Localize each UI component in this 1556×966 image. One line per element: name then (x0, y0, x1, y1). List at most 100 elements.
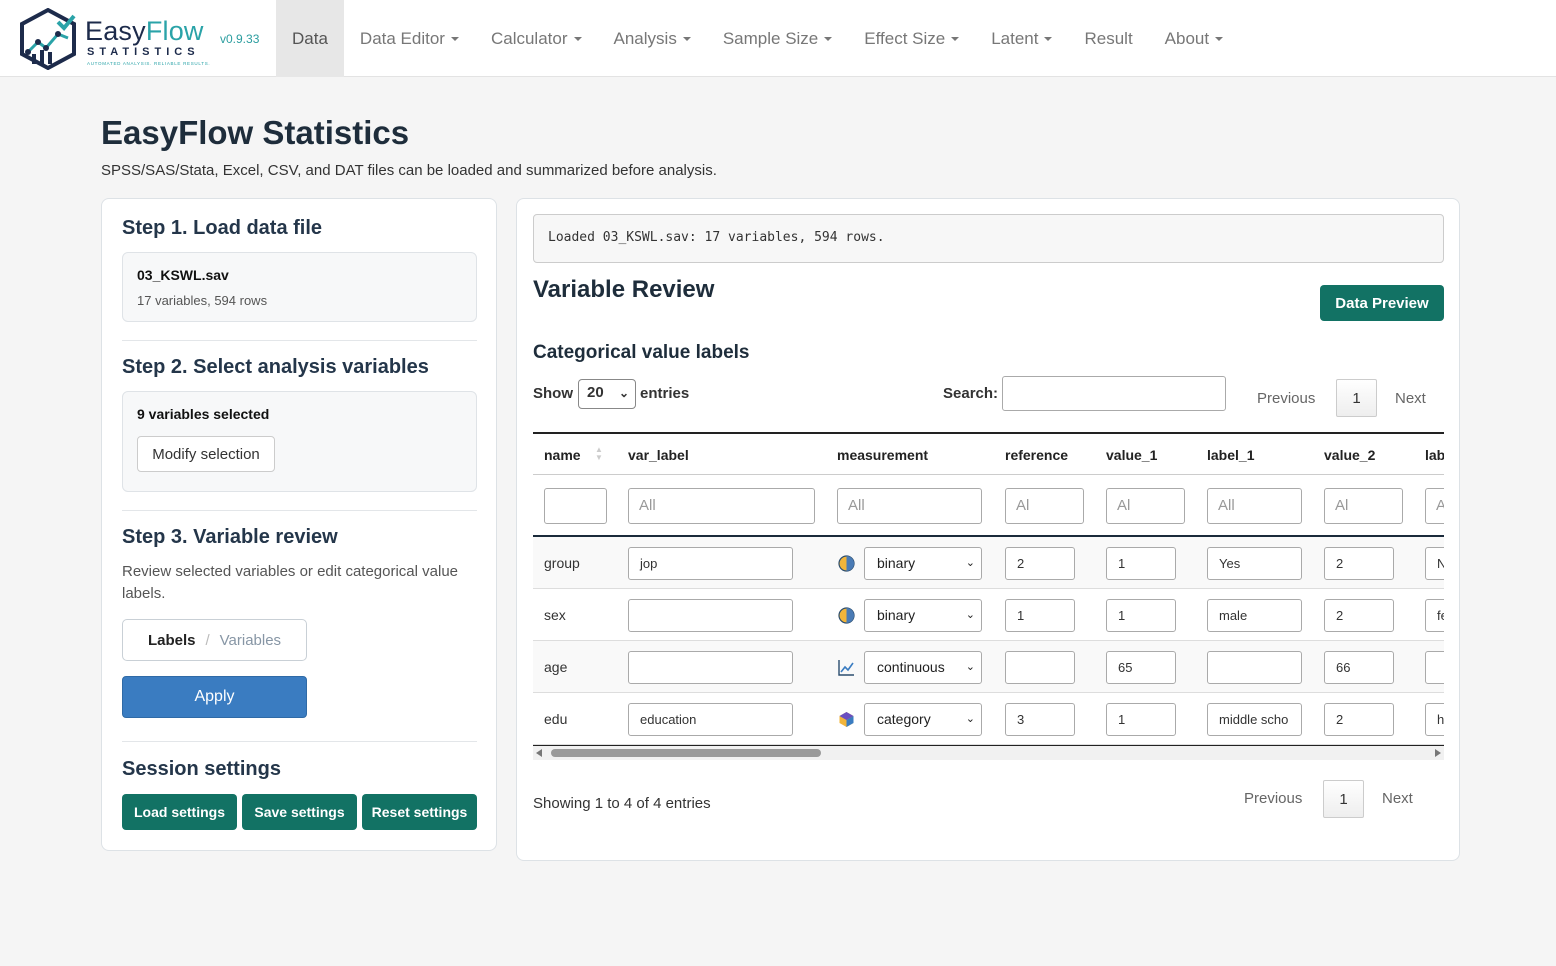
cell-input-var-label[interactable] (628, 599, 793, 632)
selected-count: 9 variables selected (137, 406, 270, 422)
bottom-page-button[interactable]: 1 (1323, 780, 1364, 818)
column-filter-name[interactable] (544, 488, 607, 524)
brand-subtitle: STATISTICS (87, 46, 200, 58)
column-header-value-2[interactable]: value_2 (1324, 447, 1375, 463)
column-filter-measurement[interactable]: All (837, 488, 982, 524)
toggle-labels[interactable]: Labels (148, 632, 196, 649)
cell-input-label-1[interactable]: male (1207, 599, 1302, 632)
toggle-variables[interactable]: Variables (220, 632, 281, 649)
apply-button[interactable]: Apply (122, 676, 307, 718)
cell-input-label-2[interactable]: N (1425, 547, 1444, 580)
session-settings-title: Session settings (122, 758, 281, 780)
column-header-reference[interactable]: reference (1005, 447, 1068, 463)
measurement-select[interactable]: category ⌄ (864, 703, 982, 736)
nav-item-data[interactable]: Data (276, 0, 344, 77)
column-filter-reference[interactable]: Al (1005, 488, 1084, 524)
file-card: 03_KSWL.sav 17 variables, 594 rows (122, 252, 477, 322)
bottom-previous-button[interactable]: Previous (1244, 790, 1302, 807)
table-info: Showing 1 to 4 of 4 entries (533, 795, 711, 812)
column-header-measurement[interactable]: measurement (837, 447, 928, 463)
column-filter-lab[interactable]: A (1425, 488, 1444, 524)
cell-input-label-2[interactable]: fe (1425, 599, 1444, 632)
column-header-var-label[interactable]: var_label (628, 447, 689, 463)
measurement-select[interactable]: binary ⌄ (864, 599, 982, 632)
top-next-button[interactable]: Next (1395, 390, 1426, 407)
data-preview-button[interactable]: Data Preview (1320, 285, 1444, 321)
nav-item-sample-size[interactable]: Sample Size (707, 0, 848, 77)
file-name: 03_KSWL.sav (137, 267, 229, 283)
measurement-select[interactable]: continuous ⌄ (864, 651, 982, 684)
column-filter-var-label[interactable]: All (628, 488, 815, 524)
cell-input-var-label[interactable]: education (628, 703, 793, 736)
scroll-left-icon[interactable] (536, 749, 542, 757)
nav-item-data-editor[interactable]: Data Editor (344, 0, 475, 77)
sort-icon[interactable]: ▲ ▼ (595, 446, 603, 462)
header-divider (533, 474, 1444, 475)
cell-input-label-1[interactable]: Yes (1207, 547, 1302, 580)
binary-icon-graphic (838, 607, 855, 624)
search-label: Search: (943, 385, 999, 402)
scroll-right-icon[interactable] (1435, 749, 1441, 757)
nav-item-label: Data (292, 28, 328, 48)
cell-input-label-2[interactable] (1425, 651, 1444, 684)
save-settings-button[interactable]: Save settings (242, 794, 357, 830)
column-filter-value-2[interactable]: Al (1324, 488, 1403, 524)
column-filter-label-1[interactable]: All (1207, 488, 1302, 524)
review-mode-toggle: Labels / Variables (122, 619, 307, 661)
binary-icon (838, 555, 855, 572)
nav-item-latent[interactable]: Latent (975, 0, 1068, 77)
brand-name-part1: Easy (85, 16, 146, 46)
table-row: edu education 3 1 middle scho 2 h category ⌄ (533, 693, 1444, 745)
brand-name[interactable]: EasyFlow (85, 16, 204, 47)
cell-input-value-1[interactable]: 1 (1106, 703, 1176, 736)
top-previous-button[interactable]: Previous (1257, 390, 1315, 407)
column-filter-value-1[interactable]: Al (1106, 488, 1185, 524)
cell-input-reference[interactable]: 1 (1005, 599, 1075, 632)
scrollbar-thumb[interactable] (551, 749, 821, 757)
measurement-select[interactable]: binary ⌄ (864, 547, 982, 580)
cell-input-var-label[interactable]: jop (628, 547, 793, 580)
column-header-name[interactable]: name (544, 447, 581, 463)
cell-input-value-2[interactable]: 2 (1324, 703, 1394, 736)
reset-settings-button[interactable]: Reset settings (362, 794, 477, 830)
nav-item-label: Calculator (490, 28, 568, 48)
caret-down-icon (951, 36, 960, 41)
measurement-value: binary (877, 555, 916, 571)
cell-input-reference[interactable] (1005, 651, 1075, 684)
column-header-lab[interactable]: lab (1425, 447, 1444, 463)
cell-input-value-1[interactable]: 65 (1106, 651, 1176, 684)
horizontal-scrollbar[interactable] (533, 746, 1444, 760)
nav-item-result[interactable]: Result (1068, 0, 1148, 77)
chevron-down-icon: ⌄ (965, 609, 975, 621)
cell-input-value-1[interactable]: 1 (1106, 547, 1176, 580)
show-label: Show (533, 385, 573, 402)
category-icon (838, 711, 855, 728)
cell-input-var-label[interactable] (628, 651, 793, 684)
nav-item-calculator[interactable]: Calculator (475, 0, 598, 77)
column-header-value-1[interactable]: value_1 (1106, 447, 1157, 463)
cell-input-value-2[interactable]: 2 (1324, 547, 1394, 580)
cell-input-reference[interactable]: 2 (1005, 547, 1075, 580)
brand-tagline: AUTOMATED ANALYSIS. RELIABLE RESULTS. (87, 61, 211, 66)
page-length-select[interactable]: 20 ⌄ (578, 379, 636, 409)
bottom-next-button[interactable]: Next (1382, 790, 1413, 807)
cell-input-value-2[interactable]: 66 (1324, 651, 1394, 684)
nav-item-analysis[interactable]: Analysis (598, 0, 707, 77)
cell-input-label-2[interactable]: h (1425, 703, 1444, 736)
cell-input-label-1[interactable]: middle scho (1207, 703, 1302, 736)
top-page-button[interactable]: 1 (1336, 379, 1377, 417)
load-settings-button[interactable]: Load settings (122, 794, 237, 830)
cell-input-reference[interactable]: 3 (1005, 703, 1075, 736)
divider (122, 741, 477, 742)
search-input[interactable] (1002, 376, 1226, 411)
nav-item-about[interactable]: About (1149, 0, 1239, 77)
cell-input-label-1[interactable] (1207, 651, 1302, 684)
cell-name: edu (544, 711, 568, 727)
nav-item-effect-size[interactable]: Effect Size (848, 0, 975, 77)
easyflow-logo-icon[interactable] (18, 8, 78, 70)
cell-input-value-1[interactable]: 1 (1106, 599, 1176, 632)
column-header-label-1[interactable]: label_1 (1207, 447, 1254, 463)
modify-selection-button[interactable]: Modify selection (137, 436, 275, 472)
cell-input-value-2[interactable]: 2 (1324, 599, 1394, 632)
chevron-down-icon: ⌄ (965, 557, 975, 569)
